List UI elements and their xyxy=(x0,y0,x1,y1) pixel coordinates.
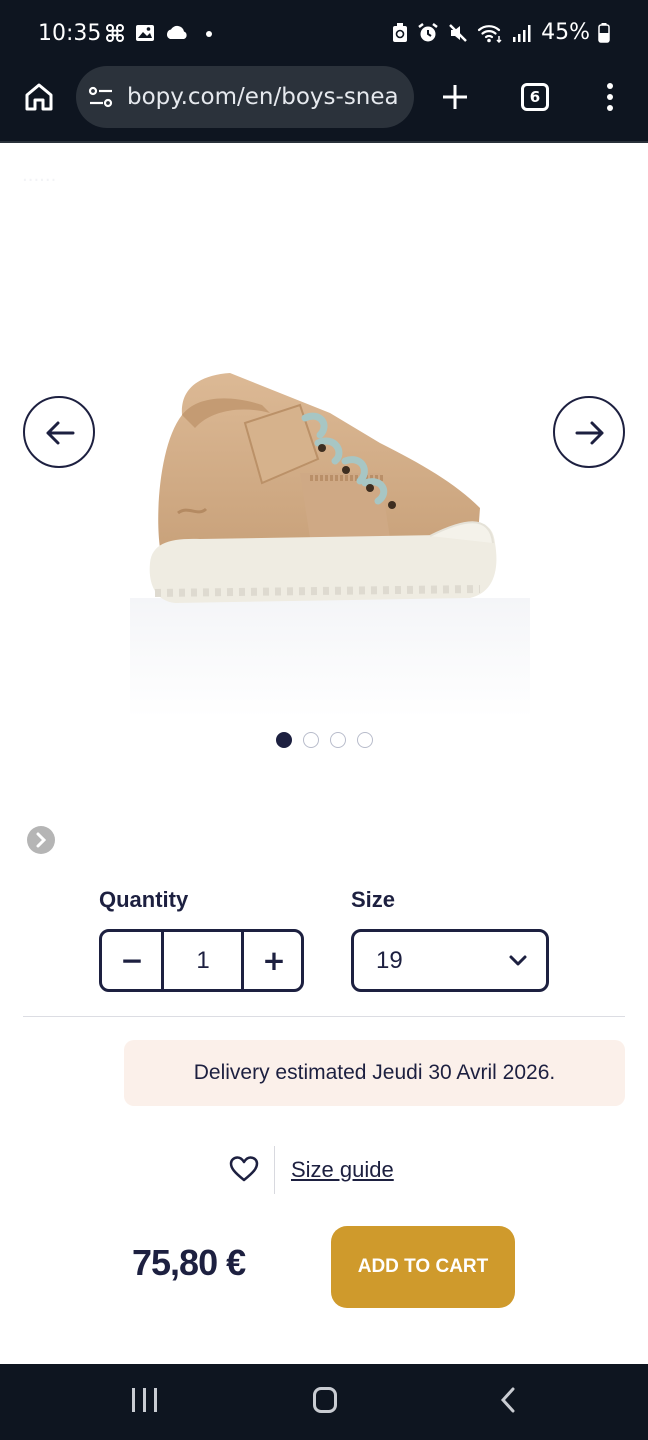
add-to-cart-button[interactable]: ADD TO CART xyxy=(331,1226,515,1308)
quantity-increase-button[interactable]: + xyxy=(244,932,304,989)
chevron-right-icon xyxy=(36,832,47,848)
product-image-carousel[interactable]: ...... xyxy=(0,143,648,723)
url-text[interactable]: bopy.com/en/boys-snea xyxy=(127,84,407,110)
battery-percent: 45% xyxy=(541,20,590,45)
signal-icon xyxy=(513,24,531,42)
status-time: 10:35 xyxy=(38,21,102,46)
expand-chevron-button[interactable] xyxy=(27,826,55,854)
wishlist-heart-icon[interactable] xyxy=(229,1155,259,1183)
quantity-decrease-button[interactable]: − xyxy=(102,932,162,989)
delivery-estimate: Delivery estimated Jeudi 30 Avril 2026. xyxy=(124,1040,625,1106)
new-tab-icon[interactable] xyxy=(441,83,469,111)
size-guide-link[interactable]: Size guide xyxy=(291,1157,394,1183)
size-selected-value: 19 xyxy=(376,947,403,974)
chevron-down-icon xyxy=(509,955,527,966)
carousel-dot-2[interactable] xyxy=(303,732,319,748)
alarm-icon xyxy=(418,22,438,41)
section-divider xyxy=(23,1016,625,1017)
carousel-dot-3[interactable] xyxy=(330,732,346,748)
pinwheel-icon xyxy=(106,24,124,42)
mute-icon xyxy=(449,23,467,42)
status-bar: 10:35 45% xyxy=(0,0,648,70)
battery-icon xyxy=(598,22,610,43)
more-menu-icon[interactable] xyxy=(604,82,616,112)
tab-switcher-button[interactable]: 6 xyxy=(521,83,549,111)
carousel-pagination xyxy=(276,732,373,748)
product-price: 75,80 € xyxy=(132,1242,246,1283)
recent-apps-button[interactable] xyxy=(132,1388,157,1412)
size-label: Size xyxy=(351,887,396,912)
wifi-icon xyxy=(477,24,502,43)
home-icon[interactable] xyxy=(23,81,55,113)
carousel-dot-1[interactable] xyxy=(276,732,292,748)
carousel-next-button[interactable] xyxy=(553,396,625,468)
image-icon xyxy=(136,25,154,41)
quantity-stepper: − 1 + xyxy=(99,929,304,992)
arrow-left-icon xyxy=(46,421,75,445)
system-home-button[interactable] xyxy=(313,1387,337,1413)
dot-icon xyxy=(206,31,212,37)
size-select[interactable]: 19 xyxy=(351,929,549,992)
svg-text:......: ...... xyxy=(22,165,56,186)
recycle-icon xyxy=(393,22,408,42)
carousel-dot-4[interactable] xyxy=(357,732,373,748)
product-image: ...... xyxy=(22,165,530,718)
carousel-prev-button[interactable] xyxy=(23,396,95,468)
site-settings-icon[interactable] xyxy=(88,85,114,109)
system-back-icon[interactable] xyxy=(498,1386,518,1414)
quantity-input[interactable]: 1 xyxy=(164,932,242,989)
arrow-right-icon xyxy=(575,421,604,445)
cloud-icon xyxy=(166,25,187,39)
link-separator xyxy=(274,1146,275,1194)
quantity-label: Quantity xyxy=(99,887,189,912)
